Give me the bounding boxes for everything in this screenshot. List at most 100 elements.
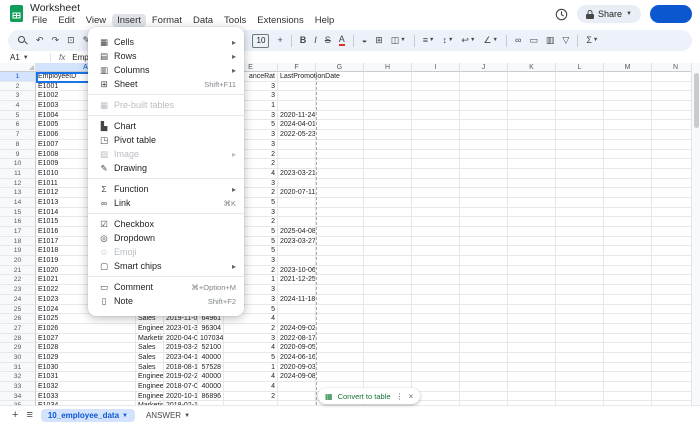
- cell-F18[interactable]: 2023-03-27: [278, 236, 316, 247]
- cell-G24[interactable]: [316, 294, 364, 305]
- cell-L34[interactable]: [556, 391, 604, 402]
- close-icon[interactable]: ×: [409, 392, 414, 401]
- cell-M33[interactable]: [604, 382, 652, 392]
- cell-F14[interactable]: [278, 197, 316, 208]
- cell-G9[interactable]: [316, 149, 364, 160]
- cell-F30[interactable]: 2024-06-16: [278, 352, 316, 363]
- cell-F6[interactable]: 2024-04-01: [278, 120, 316, 131]
- row-header-24[interactable]: 24: [0, 294, 36, 305]
- cell-F26[interactable]: [278, 314, 316, 324]
- row-header-13[interactable]: 13: [0, 188, 36, 198]
- cell-F8[interactable]: [278, 139, 316, 150]
- cell-C28[interactable]: 2020-04-03: [164, 333, 198, 344]
- search-icon[interactable]: [18, 35, 28, 46]
- cell-H1[interactable]: [364, 72, 412, 82]
- cell-M6[interactable]: [604, 120, 652, 131]
- convert-to-table-button[interactable]: Convert to table: [338, 392, 391, 401]
- cell-L31[interactable]: [556, 362, 604, 373]
- row-header-19[interactable]: 19: [0, 246, 36, 257]
- cell-K17[interactable]: [508, 227, 556, 237]
- cell-I29[interactable]: [412, 343, 460, 353]
- cell-G6[interactable]: [316, 120, 364, 131]
- cell-I11[interactable]: [412, 168, 460, 179]
- cell-F1[interactable]: LastPromotionDate: [278, 72, 340, 82]
- cell-D33[interactable]: 40000: [198, 382, 224, 392]
- cell-H24[interactable]: [364, 294, 412, 305]
- sheets-logo-icon[interactable]: [10, 5, 23, 22]
- cell-A29[interactable]: E1028: [36, 343, 136, 353]
- cell-J12[interactable]: [460, 178, 508, 189]
- row-header-10[interactable]: 10: [0, 159, 36, 169]
- cell-K5[interactable]: [508, 110, 556, 121]
- cell-H30[interactable]: [364, 352, 412, 363]
- cell-J18[interactable]: [460, 236, 508, 247]
- cell-K1[interactable]: [508, 72, 556, 82]
- font-size-input[interactable]: 10: [252, 33, 270, 48]
- name-box[interactable]: A1 ▼: [0, 53, 50, 62]
- cell-L32[interactable]: [556, 372, 604, 382]
- cell-A27[interactable]: E1026: [36, 323, 136, 334]
- cell-I15[interactable]: [412, 207, 460, 218]
- col-header-J[interactable]: J: [460, 63, 508, 72]
- cell-F32[interactable]: 2024-09-08: [278, 372, 316, 382]
- cell-G22[interactable]: [316, 275, 364, 286]
- insert-menu-item-pivot-table[interactable]: ◳ Pivot table: [88, 133, 244, 147]
- cell-J19[interactable]: [460, 246, 508, 257]
- cell-F28[interactable]: 2022-08-17: [278, 333, 316, 344]
- cell-G17[interactable]: [316, 227, 364, 237]
- menu-file[interactable]: File: [27, 14, 52, 27]
- cell-K12[interactable]: [508, 178, 556, 189]
- menu-data[interactable]: Data: [188, 14, 218, 27]
- cell-I31[interactable]: [412, 362, 460, 373]
- cell-L17[interactable]: [556, 227, 604, 237]
- cell-E31[interactable]: 1: [224, 362, 278, 373]
- cell-M18[interactable]: [604, 236, 652, 247]
- functions-icon[interactable]: Σ ▼: [586, 36, 598, 45]
- vertical-scrollbar[interactable]: [691, 63, 700, 405]
- insert-chart-icon[interactable]: ▥: [546, 36, 555, 45]
- insert-menu-item-columns[interactable]: ▥ Columns ▸: [88, 63, 244, 77]
- cell-H29[interactable]: [364, 343, 412, 353]
- cell-B28[interactable]: Marketing: [136, 333, 164, 344]
- create-filter-icon[interactable]: ▽: [562, 36, 569, 45]
- cell-I4[interactable]: [412, 101, 460, 111]
- cell-D34[interactable]: 86896: [198, 391, 224, 402]
- col-header-I[interactable]: I: [412, 63, 460, 72]
- row-header-26[interactable]: 26: [0, 314, 36, 324]
- menu-extensions[interactable]: Extensions: [252, 14, 308, 27]
- cell-I6[interactable]: [412, 120, 460, 131]
- cell-K23[interactable]: [508, 285, 556, 295]
- cell-A30[interactable]: E1029: [36, 352, 136, 363]
- row-header-12[interactable]: 12: [0, 178, 36, 189]
- cell-K16[interactable]: [508, 217, 556, 227]
- cell-I21[interactable]: [412, 265, 460, 276]
- cell-J11[interactable]: [460, 168, 508, 179]
- cell-B31[interactable]: Sales: [136, 362, 164, 373]
- cell-M5[interactable]: [604, 110, 652, 121]
- cell-G10[interactable]: [316, 159, 364, 169]
- insert-menu-item-dropdown[interactable]: ◎ Dropdown: [88, 231, 244, 245]
- row-header-3[interactable]: 3: [0, 91, 36, 102]
- cell-G15[interactable]: [316, 207, 364, 218]
- cell-M3[interactable]: [604, 91, 652, 102]
- cell-A28[interactable]: E1027: [36, 333, 136, 344]
- col-header-G[interactable]: G: [316, 63, 364, 72]
- sheet-tab-answer[interactable]: ANSWER ▼: [139, 409, 197, 422]
- cell-L21[interactable]: [556, 265, 604, 276]
- cell-I20[interactable]: [412, 256, 460, 266]
- cell-L13[interactable]: [556, 188, 604, 198]
- menu-tools[interactable]: Tools: [219, 14, 251, 27]
- insert-menu-item-note[interactable]: ▯ Note Shift+F2: [88, 294, 244, 308]
- cell-L8[interactable]: [556, 139, 604, 150]
- cell-J8[interactable]: [460, 139, 508, 150]
- cell-J30[interactable]: [460, 352, 508, 363]
- cell-L27[interactable]: [556, 323, 604, 334]
- cell-F24[interactable]: 2024-11-18: [278, 294, 316, 305]
- cell-G7[interactable]: [316, 130, 364, 140]
- cell-G11[interactable]: [316, 168, 364, 179]
- cell-I23[interactable]: [412, 285, 460, 295]
- cell-L6[interactable]: [556, 120, 604, 131]
- cell-K30[interactable]: [508, 352, 556, 363]
- cell-L18[interactable]: [556, 236, 604, 247]
- cell-J16[interactable]: [460, 217, 508, 227]
